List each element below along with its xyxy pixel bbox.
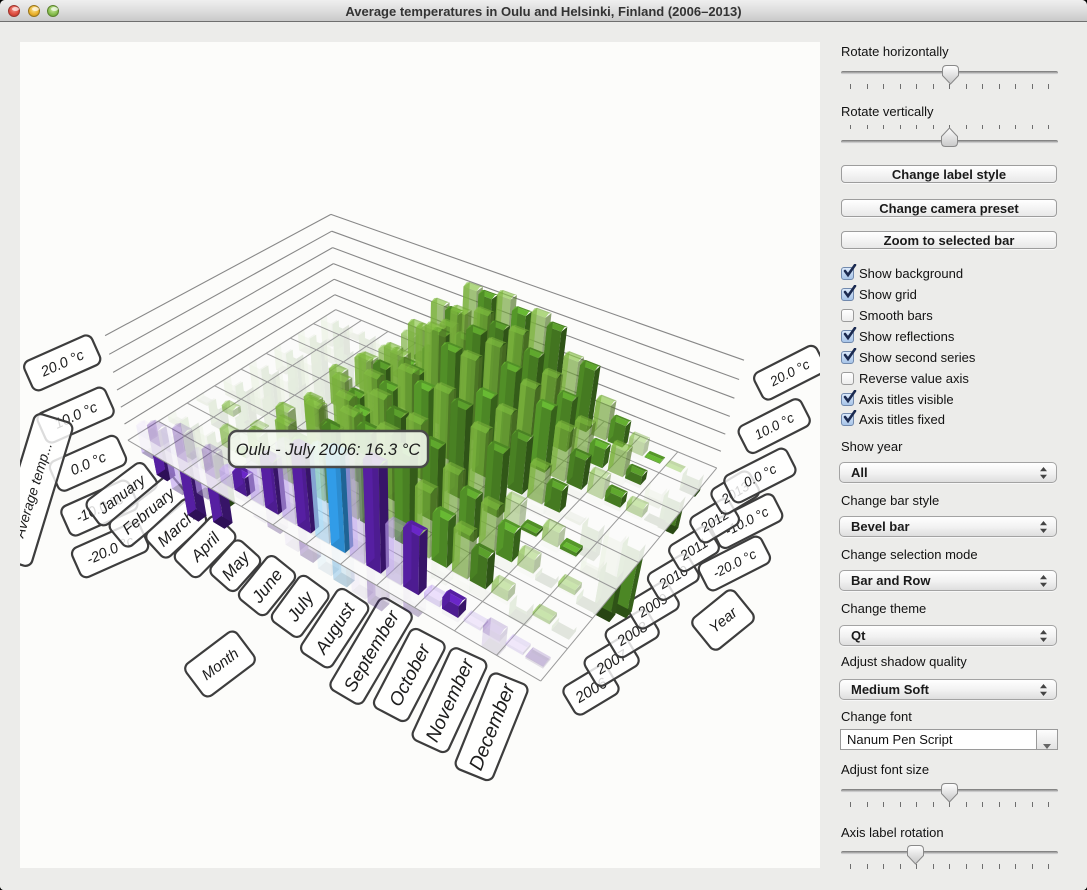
- svg-text:Oulu - July 2006: 16.3 °C: Oulu - July 2006: 16.3 °C: [236, 441, 421, 459]
